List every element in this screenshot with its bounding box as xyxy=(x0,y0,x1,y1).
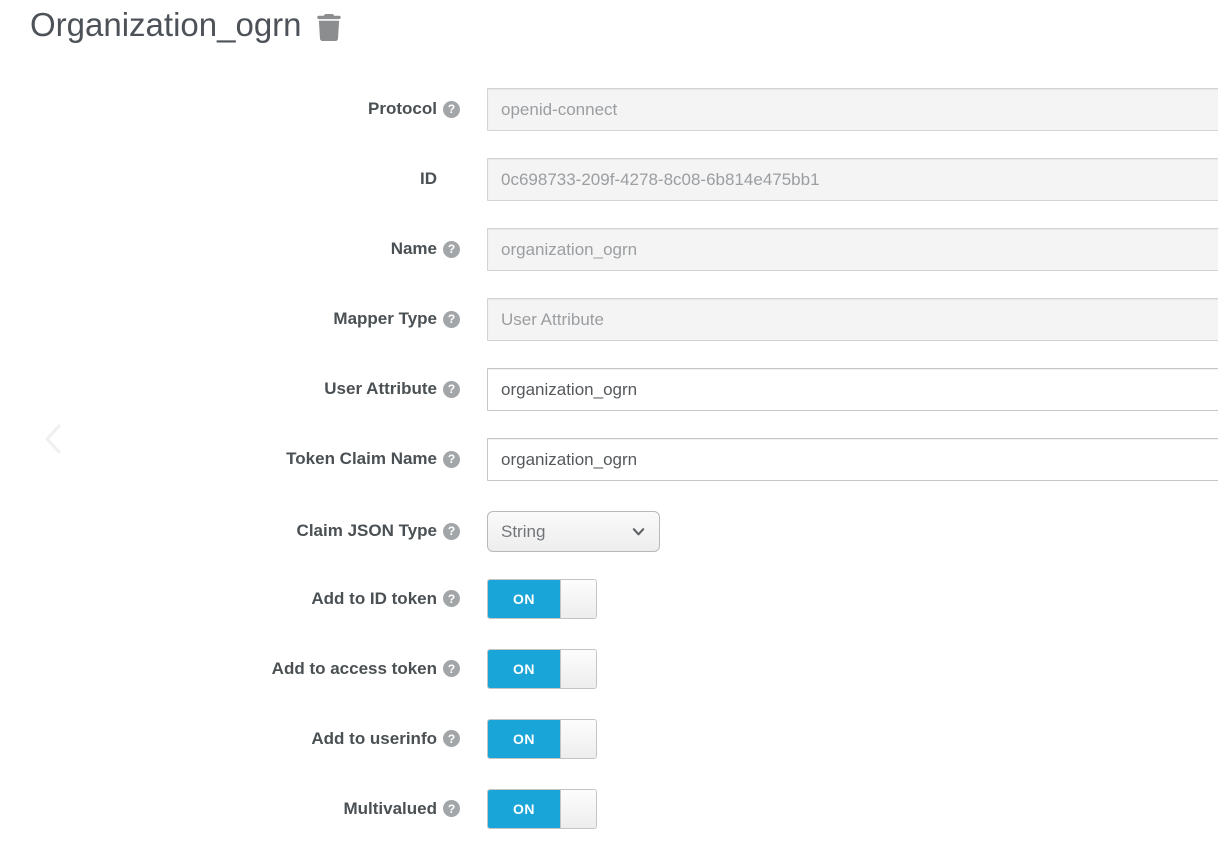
toggle-on-label: ON xyxy=(488,650,560,688)
user-attribute-input[interactable] xyxy=(487,368,1218,411)
form-row-claim-json-type: Claim JSON Type ? String xyxy=(0,511,1218,552)
form-row-id: ID ? xyxy=(0,158,1218,201)
toggle-handle[interactable] xyxy=(560,580,596,618)
name-label: Name xyxy=(391,239,437,259)
multivalued-toggle[interactable]: ON xyxy=(487,789,597,829)
help-icon[interactable]: ? xyxy=(443,241,460,258)
add-to-id-token-toggle[interactable]: ON xyxy=(487,579,597,619)
id-label: ID xyxy=(420,169,437,189)
form-row-user-attribute: User Attribute ? xyxy=(0,368,1218,411)
user-attribute-label: User Attribute xyxy=(324,379,437,399)
toggle-handle[interactable] xyxy=(560,790,596,828)
help-icon[interactable]: ? xyxy=(443,451,460,468)
mapper-form: Protocol ? ID ? Name ? Mapper Type ? xyxy=(0,88,1218,856)
id-input xyxy=(487,158,1218,201)
mapper-type-input xyxy=(487,298,1218,341)
form-row-add-to-access-token: Add to access token ? ON xyxy=(0,649,1218,689)
page-header: Organization_ogrn xyxy=(30,6,343,44)
add-to-access-token-toggle[interactable]: ON xyxy=(487,649,597,689)
toggle-on-label: ON xyxy=(488,580,560,618)
form-row-protocol: Protocol ? xyxy=(0,88,1218,131)
protocol-label: Protocol xyxy=(368,99,437,119)
claim-json-type-select[interactable]: String xyxy=(487,511,660,552)
page-title: Organization_ogrn xyxy=(30,6,302,44)
help-icon[interactable]: ? xyxy=(443,381,460,398)
form-row-add-to-id-token: Add to ID token ? ON xyxy=(0,579,1218,619)
add-to-userinfo-label: Add to userinfo xyxy=(311,729,437,749)
toggle-handle[interactable] xyxy=(560,650,596,688)
help-icon[interactable]: ? xyxy=(443,311,460,328)
help-icon[interactable]: ? xyxy=(443,730,460,747)
form-row-mapper-type: Mapper Type ? xyxy=(0,298,1218,341)
add-to-userinfo-toggle[interactable]: ON xyxy=(487,719,597,759)
help-icon[interactable]: ? xyxy=(443,800,460,817)
help-icon[interactable]: ? xyxy=(443,660,460,677)
delete-mapper-button[interactable] xyxy=(316,12,343,42)
select-value: String xyxy=(501,522,545,542)
help-icon[interactable]: ? xyxy=(443,523,460,540)
protocol-input xyxy=(487,88,1218,131)
token-claim-name-input[interactable] xyxy=(487,438,1218,481)
form-row-add-to-userinfo: Add to userinfo ? ON xyxy=(0,719,1218,759)
claim-json-type-label: Claim JSON Type xyxy=(297,521,437,541)
add-to-access-token-label: Add to access token xyxy=(272,659,437,679)
form-row-multivalued: Multivalued ? ON xyxy=(0,789,1218,829)
trash-icon xyxy=(317,14,341,41)
toggle-on-label: ON xyxy=(488,790,560,828)
add-to-id-token-label: Add to ID token xyxy=(311,589,437,609)
toggle-on-label: ON xyxy=(488,720,560,758)
name-input xyxy=(487,228,1218,271)
mapper-type-label: Mapper Type xyxy=(333,309,437,329)
multivalued-label: Multivalued xyxy=(343,799,437,819)
help-icon[interactable]: ? xyxy=(443,101,460,118)
toggle-handle[interactable] xyxy=(560,720,596,758)
chevron-down-icon xyxy=(631,524,646,539)
form-row-name: Name ? xyxy=(0,228,1218,271)
token-claim-name-label: Token Claim Name xyxy=(286,449,437,469)
help-icon[interactable]: ? xyxy=(443,590,460,607)
form-row-token-claim-name: Token Claim Name ? xyxy=(0,438,1218,481)
